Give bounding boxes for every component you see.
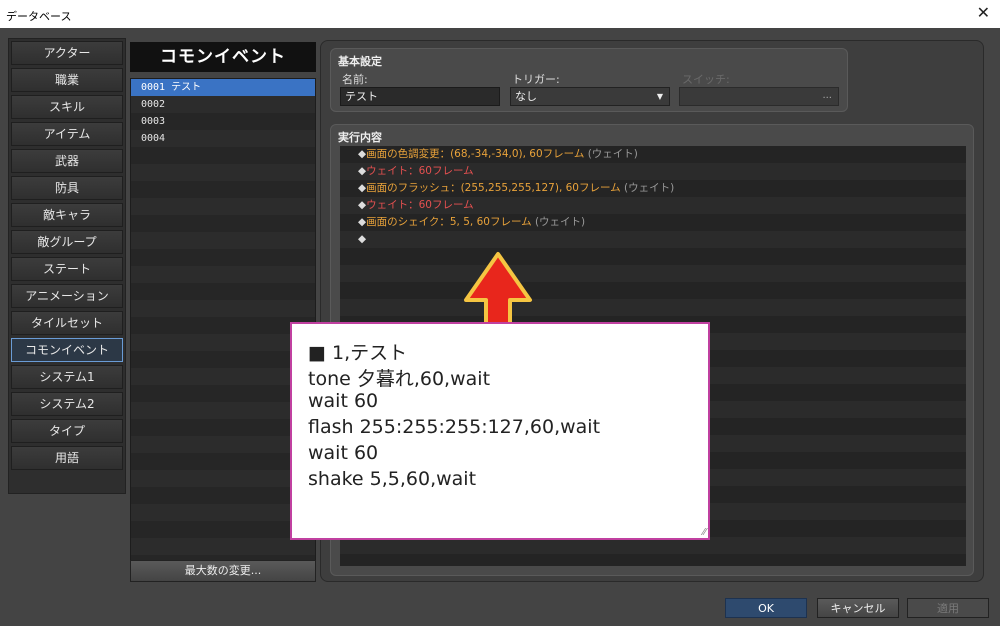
command-text: 画面のシェイク：5, 5, 60フレーム	[366, 216, 532, 228]
note-line: tone 夕暮れ,60,wait	[308, 368, 491, 390]
list-item[interactable]	[131, 368, 315, 385]
name-field[interactable]: テスト	[340, 87, 500, 106]
common-event-list[interactable]: 0001 テスト 0002 0003 0004	[130, 78, 316, 580]
command-row[interactable]: ◆画面の色調変更：(68,-34,-34,0), 60フレーム (ウェイト)	[340, 146, 966, 163]
switch-field: ...	[679, 87, 839, 106]
list-item[interactable]	[131, 249, 315, 266]
command-wait: (ウェイト)	[584, 148, 638, 160]
database-window: アクター職業スキルアイテム武器防具敵キャラ敵グループステートアニメーション タイル…	[0, 28, 1000, 626]
list-item[interactable]	[131, 334, 315, 351]
trigger-dropdown[interactable]: なし ▼	[510, 87, 670, 106]
basic-settings-label: 基本設定	[338, 55, 382, 68]
list-item[interactable]	[131, 232, 315, 249]
command-row[interactable]: ◆ウェイト：60フレーム	[340, 197, 966, 214]
resize-grip-icon[interactable]: ⁄⁄	[703, 527, 706, 538]
list-item[interactable]	[131, 402, 315, 419]
command-row[interactable]	[340, 282, 966, 299]
nav-item[interactable]: 防具	[11, 176, 123, 200]
note-line: wait 60	[308, 390, 379, 412]
category-nav: アクター職業スキルアイテム武器防具敵キャラ敵グループステートアニメーション タイル…	[8, 38, 126, 494]
nav-item[interactable]: アクター	[11, 41, 123, 65]
command-row[interactable]: ◆	[340, 231, 966, 248]
ok-button[interactable]: OK	[725, 598, 807, 618]
nav-item[interactable]: 敵グループ	[11, 230, 123, 254]
nav-item[interactable]: タイプ	[11, 419, 123, 443]
list-item[interactable]	[131, 419, 315, 436]
command-text: 画面の色調変更：(68,-34,-34,0), 60フレーム	[366, 148, 585, 160]
list-item[interactable]	[131, 385, 315, 402]
command-row[interactable]: ◆ウェイト：60フレーム	[340, 163, 966, 180]
list-item[interactable]: 0002	[131, 96, 315, 113]
command-row[interactable]	[340, 554, 966, 566]
list-item[interactable]	[131, 181, 315, 198]
command-row[interactable]	[340, 299, 966, 316]
switch-button: ...	[822, 90, 832, 101]
name-label: 名前:	[342, 73, 368, 86]
command-row[interactable]	[340, 248, 966, 265]
window-title: データベース	[6, 10, 72, 23]
note-line: shake 5,5,60,wait	[308, 468, 477, 490]
list-item[interactable]	[131, 266, 315, 283]
diamond-icon: ◆	[358, 233, 367, 245]
command-text: ウェイト：60フレーム	[366, 165, 474, 177]
max-count-button[interactable]: 最大数の変更...	[130, 560, 316, 582]
nav-item[interactable]: 敵キャラ	[11, 203, 123, 227]
list-item[interactable]	[131, 487, 315, 504]
command-wait: (ウェイト)	[531, 216, 586, 228]
list-item[interactable]	[131, 504, 315, 521]
nav-item[interactable]: タイルセット	[11, 311, 123, 335]
note-line: flash 255:255:255:127,60,wait	[308, 416, 601, 438]
diamond-icon: ◆	[358, 216, 367, 228]
nav-item[interactable]: 職業	[11, 68, 123, 92]
nav-item[interactable]: アニメーション	[11, 284, 123, 308]
command-wait: (ウェイト)	[620, 182, 675, 194]
nav-item[interactable]: ステート	[11, 257, 123, 281]
list-item[interactable]	[131, 538, 315, 555]
command-row[interactable]: ◆画面のフラッシュ：(255,255,255,127), 60フレーム (ウェイ…	[340, 180, 966, 197]
apply-button: 適用	[907, 598, 989, 618]
diamond-icon: ◆	[358, 165, 367, 177]
title-bar: データベース ✕	[0, 0, 1000, 28]
nav-item[interactable]: アイテム	[11, 122, 123, 146]
nav-item[interactable]: システム2	[11, 392, 123, 416]
list-item[interactable]: 0001 テスト	[131, 79, 315, 96]
nav-item[interactable]: スキル	[11, 95, 123, 119]
list-item[interactable]	[131, 215, 315, 232]
trigger-value: なし	[515, 90, 537, 103]
list-item[interactable]	[131, 283, 315, 300]
nav-item[interactable]: 武器	[11, 149, 123, 173]
switch-label: スイッチ:	[682, 73, 730, 86]
list-item[interactable]	[131, 300, 315, 317]
annotation-note[interactable]: ⁄⁄ ■ 1,テスト tone 夕暮れ,60,wait wait 60 flash 2…	[290, 322, 710, 540]
list-item[interactable]: 0003	[131, 113, 315, 130]
command-text: 画面のフラッシュ：(255,255,255,127), 60フレーム	[366, 182, 621, 194]
list-item[interactable]	[131, 470, 315, 487]
note-line: wait 60	[308, 442, 379, 464]
diamond-icon: ◆	[358, 199, 367, 211]
list-header: コモンイベント	[130, 42, 316, 72]
cancel-button[interactable]: キャンセル	[817, 598, 899, 618]
list-item[interactable]	[131, 436, 315, 453]
list-item[interactable]: 0004	[131, 130, 315, 147]
diamond-icon: ◆	[358, 148, 367, 160]
chevron-down-icon: ▼	[656, 92, 663, 101]
list-item[interactable]	[131, 198, 315, 215]
list-item[interactable]	[131, 351, 315, 368]
list-item[interactable]	[131, 147, 315, 164]
close-icon[interactable]: ✕	[977, 3, 990, 22]
command-text: ウェイト：60フレーム	[366, 199, 474, 211]
execution-content-label: 実行内容	[338, 131, 382, 144]
nav-item[interactable]: 用語	[11, 446, 123, 470]
command-row[interactable]: ◆画面のシェイク：5, 5, 60フレーム (ウェイト)	[340, 214, 966, 231]
nav-item[interactable]: システム1	[11, 365, 123, 389]
diamond-icon: ◆	[358, 182, 367, 194]
command-row[interactable]	[340, 265, 966, 282]
list-item[interactable]	[131, 453, 315, 470]
list-item[interactable]	[131, 521, 315, 538]
nav-item[interactable]: コモンイベント	[11, 338, 123, 362]
list-item[interactable]	[131, 164, 315, 181]
note-line: ■ 1,テスト	[308, 342, 408, 364]
list-item[interactable]	[131, 317, 315, 334]
trigger-label: トリガー:	[512, 73, 560, 86]
